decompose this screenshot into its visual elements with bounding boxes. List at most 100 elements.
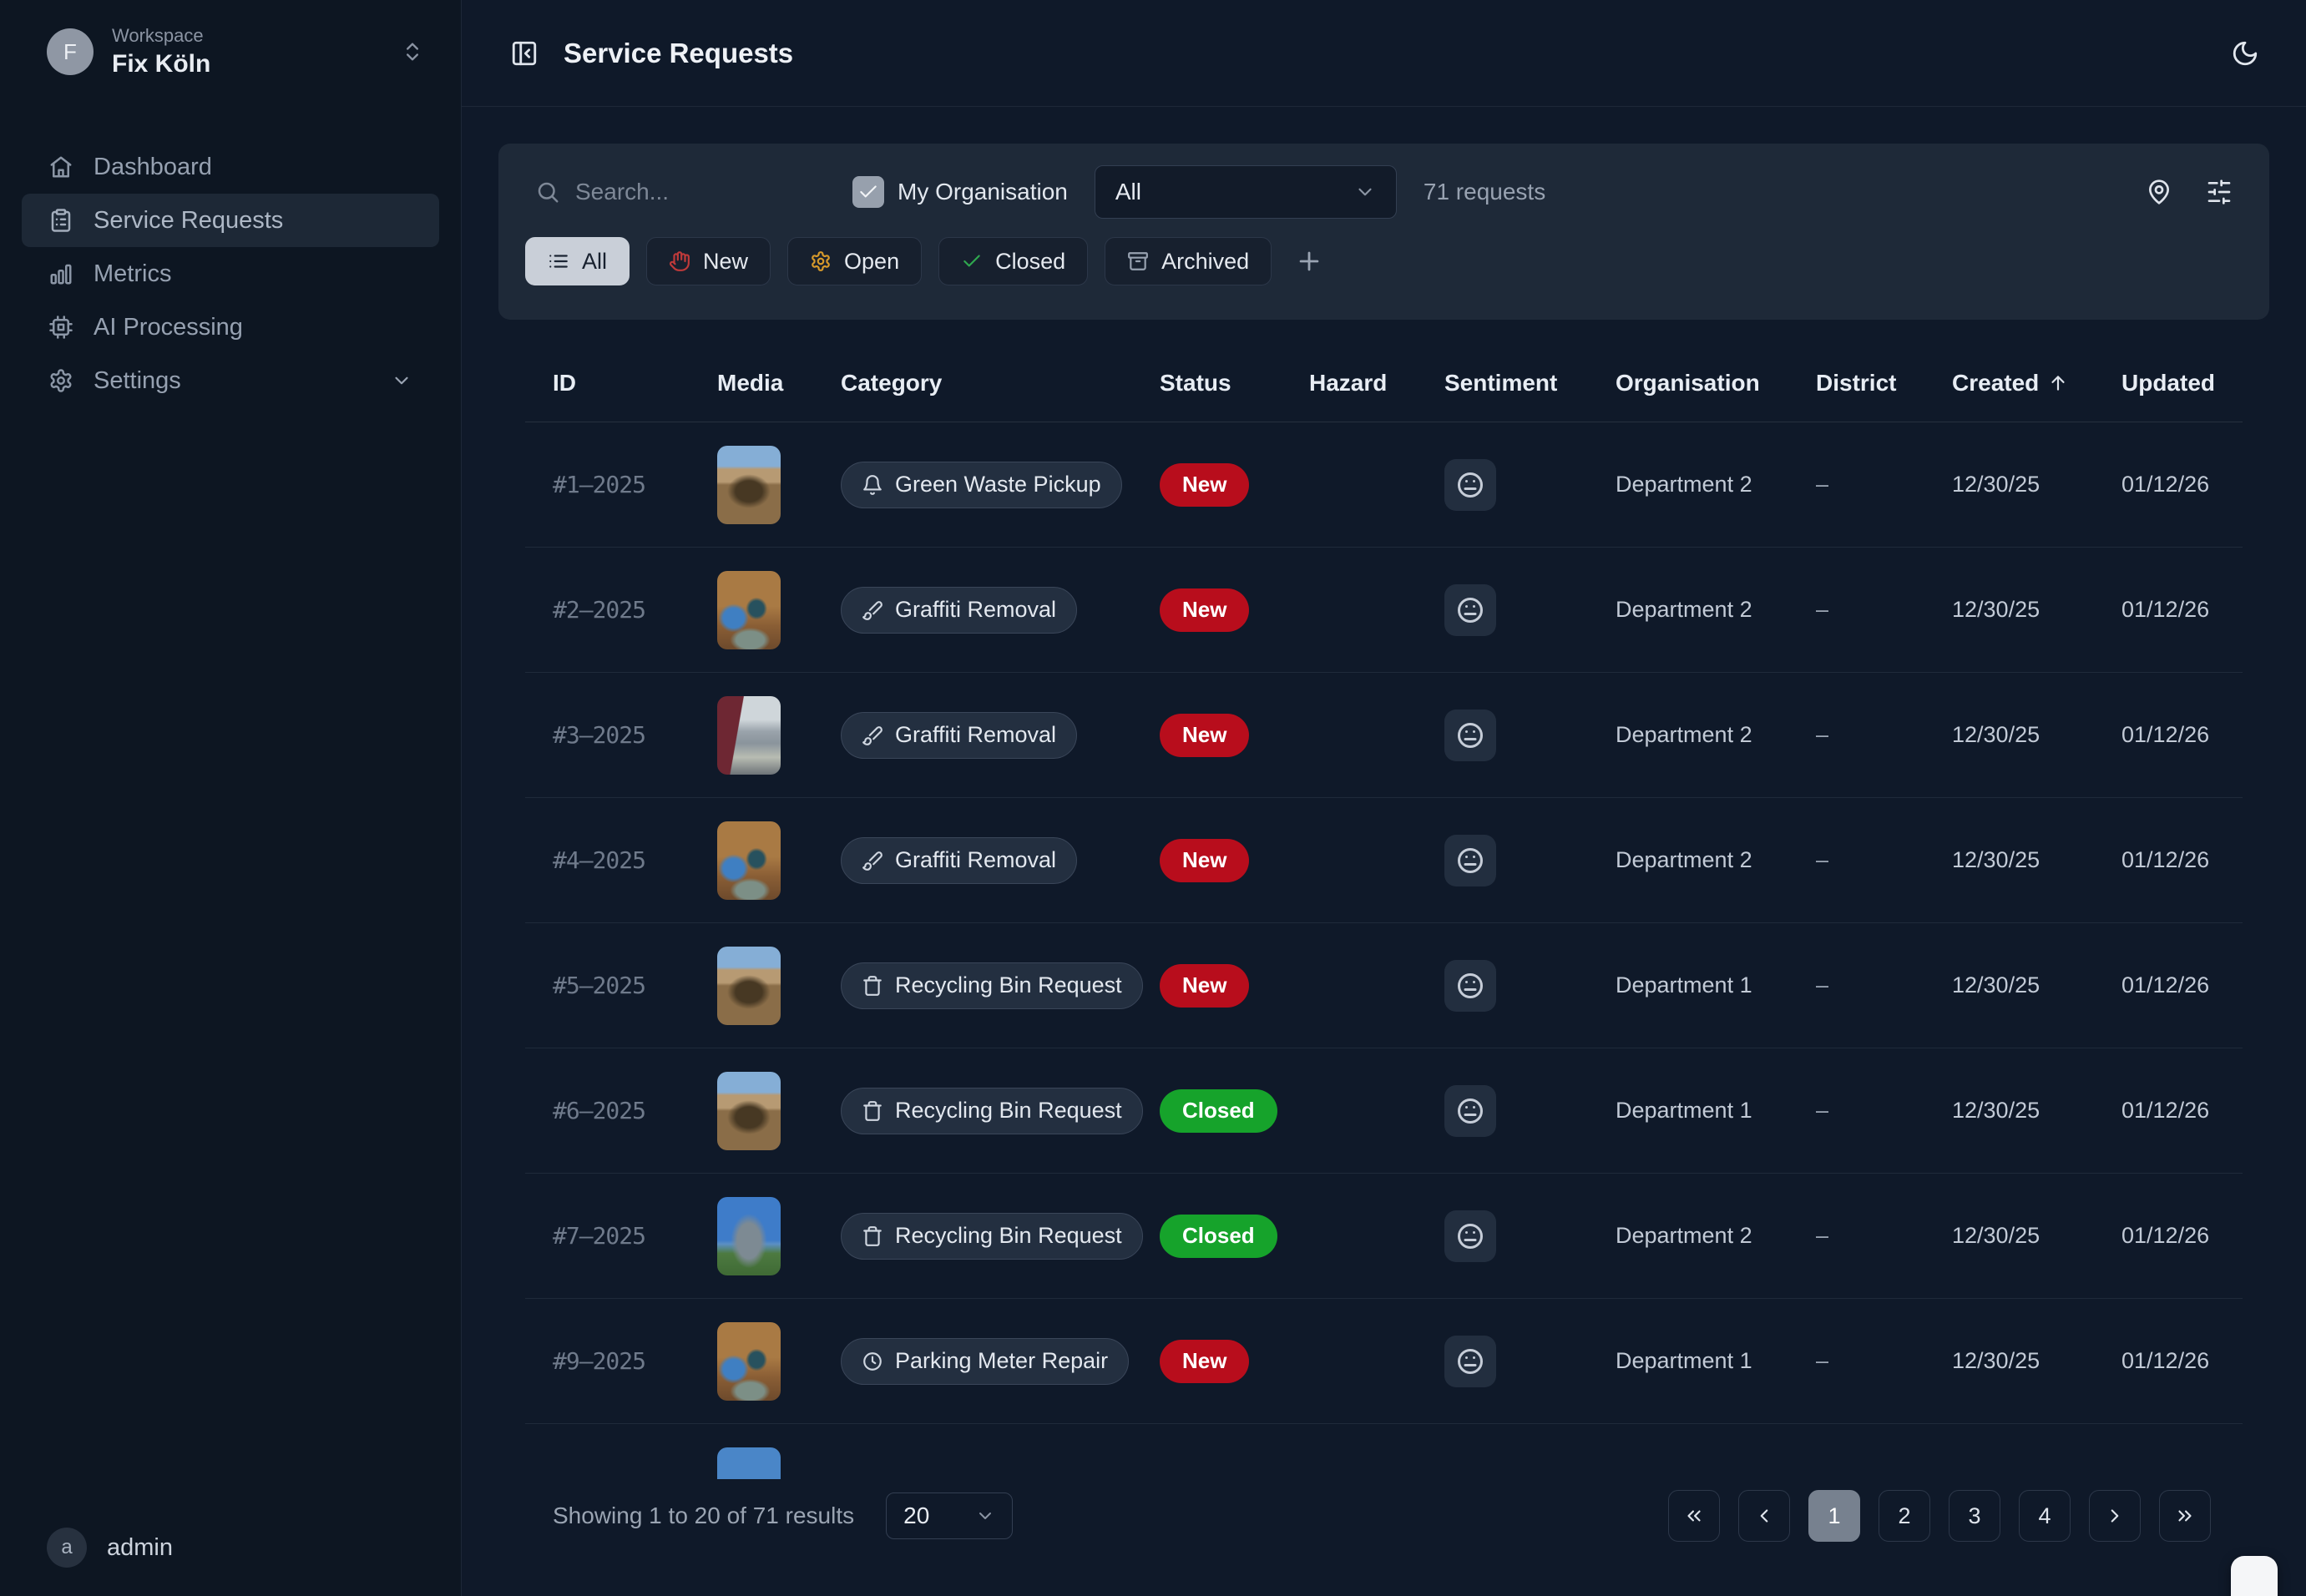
user-menu[interactable]: a admin: [0, 1504, 461, 1596]
page-button-3[interactable]: 3: [1949, 1490, 2000, 1542]
media-thumbnail[interactable]: [717, 821, 781, 900]
sidebar-item-ai-processing[interactable]: AI Processing: [22, 301, 439, 354]
page-size-value: 20: [903, 1503, 975, 1529]
column-header-media[interactable]: Media: [717, 370, 841, 396]
column-header-organisation[interactable]: Organisation: [1616, 370, 1816, 396]
map-view-icon[interactable]: [2146, 179, 2172, 205]
previous-page-button[interactable]: [1738, 1490, 1790, 1542]
category-label: Recycling Bin Request: [895, 1098, 1122, 1124]
sidebar-item-settings[interactable]: Settings: [22, 354, 439, 407]
filter-tab-new[interactable]: New: [646, 237, 771, 285]
created-cell: 12/30/25: [1952, 1098, 2121, 1124]
column-header-sentiment[interactable]: Sentiment: [1444, 370, 1616, 396]
district-cell: –: [1816, 847, 1952, 873]
organisation-select-value: All: [1115, 179, 1354, 205]
media-thumbnail[interactable]: [717, 571, 781, 649]
status-badge: Closed: [1160, 1089, 1277, 1133]
trash-icon: [862, 1225, 883, 1247]
column-header-label: District: [1816, 370, 1896, 396]
hand-icon: [669, 250, 690, 272]
my-organisation-filter[interactable]: My Organisation: [852, 176, 1068, 208]
media-thumbnail[interactable]: [717, 1322, 781, 1401]
main-area: Service Requests My Organisation: [462, 0, 2306, 1596]
sidebar-item-label: Service Requests: [94, 207, 283, 235]
filter-tab-all[interactable]: All: [525, 237, 630, 285]
table-row[interactable]: #3–2025Graffiti RemovalNewDepartment 2–1…: [525, 673, 2243, 798]
sidebar-item-service-requests[interactable]: Service Requests: [22, 194, 439, 247]
updated-cell: 01/12/26: [2121, 1223, 2243, 1249]
media-thumbnail[interactable]: [717, 1447, 781, 1480]
status-badge: Closed: [1160, 1215, 1277, 1258]
media-thumbnail[interactable]: [717, 696, 781, 775]
sidebar-item-metrics[interactable]: Metrics: [22, 247, 439, 301]
search-input[interactable]: [575, 179, 809, 205]
sentiment-indicator: [1444, 710, 1496, 761]
page-buttons: 1234: [1668, 1490, 2211, 1542]
table-row[interactable]: #2–2025Graffiti RemovalNewDepartment 2–1…: [525, 548, 2243, 673]
chevrons-right-icon: [2174, 1505, 2196, 1527]
district-cell: –: [1816, 1348, 1952, 1374]
media-thumbnail[interactable]: [717, 1072, 781, 1150]
updated-cell: 01/12/26: [2121, 847, 2243, 873]
status-badge: New: [1160, 1340, 1249, 1383]
filter-tab-archived[interactable]: Archived: [1105, 237, 1272, 285]
column-header-status[interactable]: Status: [1160, 370, 1309, 396]
chevron-down-icon: [975, 1506, 995, 1526]
organisation-cell: Department 2: [1616, 472, 1816, 497]
column-header-district[interactable]: District: [1816, 370, 1952, 396]
table-row[interactable]: #1–2025Green Waste PickupNewDepartment 2…: [525, 422, 2243, 548]
page-size-select[interactable]: 20: [886, 1492, 1013, 1539]
page-button-4[interactable]: 4: [2019, 1490, 2071, 1542]
page-button-2[interactable]: 2: [1879, 1490, 1930, 1542]
my-organisation-checkbox[interactable]: [852, 176, 884, 208]
sentiment-indicator: [1444, 1336, 1496, 1387]
organisation-select[interactable]: All: [1095, 165, 1397, 219]
table-row[interactable]: [525, 1424, 2243, 1479]
first-page-button[interactable]: [1668, 1490, 1720, 1542]
page-button-1[interactable]: 1: [1808, 1490, 1860, 1542]
column-header-label: Updated: [2121, 370, 2215, 396]
created-cell: 12/30/25: [1952, 722, 2121, 748]
column-header-created[interactable]: Created: [1952, 370, 2121, 396]
table-row[interactable]: #4–2025Graffiti RemovalNewDepartment 2–1…: [525, 798, 2243, 923]
advanced-filters-icon[interactable]: [2206, 179, 2233, 205]
column-header-label: ID: [553, 370, 576, 396]
request-id: #9–2025: [525, 1347, 717, 1375]
status-filter-tabs: All New Open Closed Archived: [498, 237, 2269, 285]
filter-tab-open[interactable]: Open: [787, 237, 922, 285]
media-thumbnail[interactable]: [717, 1197, 781, 1275]
next-page-button[interactable]: [2089, 1490, 2141, 1542]
column-header-id[interactable]: ID: [525, 370, 717, 396]
organisation-cell: Department 1: [1616, 972, 1816, 998]
sidebar-item-dashboard[interactable]: Dashboard: [22, 140, 439, 194]
dark-mode-toggle-icon[interactable]: [2231, 39, 2259, 68]
meh-face-icon: [1455, 846, 1485, 876]
organisation-cell: Department 2: [1616, 597, 1816, 623]
media-thumbnail[interactable]: [717, 446, 781, 524]
table-row[interactable]: #5–2025Recycling Bin RequestNewDepartmen…: [525, 923, 2243, 1048]
sentiment-indicator: [1444, 960, 1496, 1012]
column-header-label: Category: [841, 370, 942, 396]
column-header-hazard[interactable]: Hazard: [1309, 370, 1444, 396]
column-header-label: Created: [1952, 370, 2039, 396]
last-page-button[interactable]: [2159, 1490, 2211, 1542]
meh-face-icon: [1455, 470, 1485, 500]
category-badge: Graffiti Removal: [841, 712, 1077, 759]
sidebar-collapse-icon[interactable]: [510, 39, 539, 68]
organisation-cell: Department 2: [1616, 847, 1816, 873]
column-header-category[interactable]: Category: [841, 370, 1160, 396]
column-header-updated[interactable]: Updated: [2121, 370, 2243, 396]
chat-widget-button[interactable]: [2231, 1556, 2278, 1596]
user-avatar: a: [47, 1528, 87, 1568]
category-badge: Parking Meter Repair: [841, 1338, 1129, 1385]
table-row[interactable]: #7–2025Recycling Bin RequestClosedDepart…: [525, 1174, 2243, 1299]
sidebar: F Workspace Fix Köln Dashboard Service Re…: [0, 0, 462, 1596]
media-thumbnail[interactable]: [717, 947, 781, 1025]
table-row[interactable]: #9–2025Parking Meter RepairNewDepartment…: [525, 1299, 2243, 1424]
filter-tab-closed[interactable]: Closed: [938, 237, 1088, 285]
table-row[interactable]: #6–2025Recycling Bin RequestClosedDepart…: [525, 1048, 2243, 1174]
workspace-switcher[interactable]: F Workspace Fix Köln: [0, 0, 461, 100]
add-filter-tab-button[interactable]: [1295, 247, 1323, 275]
district-cell: –: [1816, 472, 1952, 497]
updated-cell: 01/12/26: [2121, 722, 2243, 748]
